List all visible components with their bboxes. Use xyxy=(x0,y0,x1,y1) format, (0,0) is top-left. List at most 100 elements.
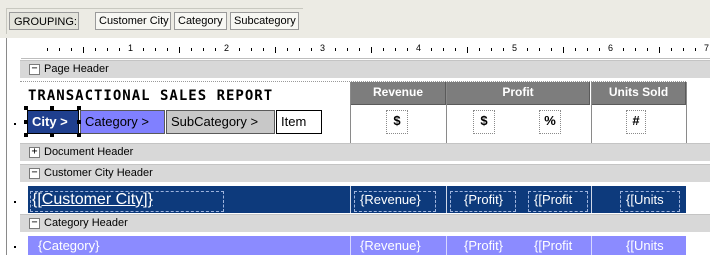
ruler-tick xyxy=(359,48,360,51)
column-header-profit[interactable]: Profit xyxy=(447,82,590,105)
ruler-number: 4 xyxy=(416,43,422,53)
column-header-revenue[interactable]: Revenue xyxy=(351,82,446,105)
ruler-tick xyxy=(59,48,60,51)
selection-handle[interactable] xyxy=(50,106,54,110)
breadcrumb-category[interactable]: Category > xyxy=(80,110,165,134)
column-divider xyxy=(350,186,351,213)
customer-city-row[interactable]: {[Customer City]} {Revenue} {Profit} {[P… xyxy=(28,186,686,213)
selection-handle[interactable] xyxy=(77,106,81,110)
profit-pct-field[interactable]: {[Profit xyxy=(534,186,572,213)
ruler-tick xyxy=(95,48,96,51)
band-title: Document Header xyxy=(44,146,134,158)
ruler-number: 5 xyxy=(512,43,518,53)
column-divider xyxy=(591,186,592,213)
breadcrumb-city[interactable]: City > xyxy=(27,110,79,134)
ruler-tick xyxy=(47,48,48,51)
ruler-tick xyxy=(683,48,684,51)
grouping-chip-category[interactable]: Category xyxy=(174,12,227,30)
column-divider xyxy=(446,186,447,213)
band-document-header[interactable]: + Document Header xyxy=(20,143,710,162)
ruler-tick xyxy=(407,48,408,51)
column-divider xyxy=(446,82,447,144)
profit-field[interactable]: {Profit} xyxy=(464,236,503,255)
collapse-toggle-icon[interactable]: − xyxy=(29,64,40,75)
ruler-tick xyxy=(179,47,180,53)
horizontal-ruler: 1 2 3 4 5 6 7 xyxy=(21,42,710,59)
ruler-tick xyxy=(551,48,552,51)
ruler-tick xyxy=(263,48,264,51)
breadcrumb-item[interactable]: Item xyxy=(276,110,322,134)
ruler-tick xyxy=(587,48,588,51)
ruler-tick xyxy=(599,48,600,51)
column-divider xyxy=(591,236,592,255)
ruler-tick xyxy=(431,48,432,51)
band-title: Customer City Header xyxy=(44,167,153,179)
ruler-tick xyxy=(299,48,300,51)
ruler-tick xyxy=(371,47,372,53)
selection-handle[interactable] xyxy=(24,106,28,110)
revenue-field[interactable]: {Revenue} xyxy=(360,236,421,255)
column-header-units-sold[interactable]: Units Sold xyxy=(592,82,686,105)
ruler-tick xyxy=(635,48,636,51)
left-gutter xyxy=(7,38,21,255)
ruler-tick xyxy=(527,48,528,51)
ruler-tick xyxy=(455,48,456,51)
selection-handle[interactable] xyxy=(77,133,81,137)
ruler-number: 2 xyxy=(224,43,230,53)
band-customer-city-header[interactable]: − Customer City Header xyxy=(20,164,710,183)
revenue-field[interactable]: {Revenue} xyxy=(360,186,421,213)
category-field[interactable]: {Category} xyxy=(38,236,99,255)
column-divider xyxy=(350,236,351,255)
grouping-chip-subcategory[interactable]: Subcategory xyxy=(230,12,299,30)
gutter-mark xyxy=(14,201,16,203)
selection-handle[interactable] xyxy=(24,133,28,137)
grouping-chip-customer-city[interactable]: Customer City xyxy=(95,12,171,30)
collapse-toggle-icon[interactable]: − xyxy=(29,218,40,229)
ruler-tick xyxy=(539,48,540,51)
profit-symbol[interactable]: $ xyxy=(473,108,495,134)
grouping-label: GROUPING: xyxy=(9,12,79,30)
ruler-tick xyxy=(335,48,336,51)
category-row[interactable]: {Category} {Revenue} {Profit} {[Profit {… xyxy=(28,236,686,255)
selection-handle[interactable] xyxy=(50,133,54,137)
units-symbol[interactable]: # xyxy=(626,108,646,134)
revenue-symbol[interactable]: $ xyxy=(386,108,408,134)
selection-handle[interactable] xyxy=(77,120,81,124)
band-title: Page Header xyxy=(44,63,109,75)
ruler-number: 7 xyxy=(704,43,710,53)
profit-field[interactable]: {Profit} xyxy=(464,186,503,213)
ruler-tick xyxy=(623,48,624,51)
profit-pct-symbol[interactable]: % xyxy=(539,108,561,134)
ruler-tick xyxy=(347,48,348,51)
ruler-tick xyxy=(479,48,480,51)
ruler-tick xyxy=(659,47,660,53)
expand-toggle-icon[interactable]: + xyxy=(29,147,40,158)
ruler-tick xyxy=(275,47,276,53)
units-field[interactable]: {[Units xyxy=(626,236,664,255)
ruler-tick xyxy=(239,48,240,51)
band-page-header[interactable]: − Page Header xyxy=(20,60,710,79)
grouping-bar: GROUPING: Customer City Category Subcate… xyxy=(0,0,710,38)
ruler-tick xyxy=(563,47,564,53)
gutter-mark xyxy=(14,246,16,248)
profit-pct-field[interactable]: {[Profit xyxy=(534,236,572,255)
report-title[interactable]: TRANSACTIONAL SALES REPORT xyxy=(28,88,273,104)
customer-city-field[interactable]: {[Customer City]} xyxy=(32,186,153,213)
ruler-tick xyxy=(671,48,672,51)
ruler-tick xyxy=(287,48,288,51)
units-field[interactable]: {[Units xyxy=(626,186,664,213)
ruler-tick xyxy=(443,48,444,51)
breadcrumb-subcategory[interactable]: SubCategory > xyxy=(166,110,275,134)
collapse-toggle-icon[interactable]: − xyxy=(29,168,40,179)
selection-handle[interactable] xyxy=(24,120,28,124)
ruler-tick xyxy=(71,48,72,51)
ruler-tick xyxy=(695,48,696,51)
ruler-tick xyxy=(107,48,108,51)
ruler-tick xyxy=(395,48,396,51)
ruler-number: 1 xyxy=(128,43,134,53)
ruler-tick xyxy=(215,48,216,51)
report-designer-window: GROUPING: Customer City Category Subcate… xyxy=(0,0,710,255)
band-title: Category Header xyxy=(44,217,128,229)
ruler-tick xyxy=(647,48,648,51)
band-category-header[interactable]: − Category Header xyxy=(20,214,710,233)
